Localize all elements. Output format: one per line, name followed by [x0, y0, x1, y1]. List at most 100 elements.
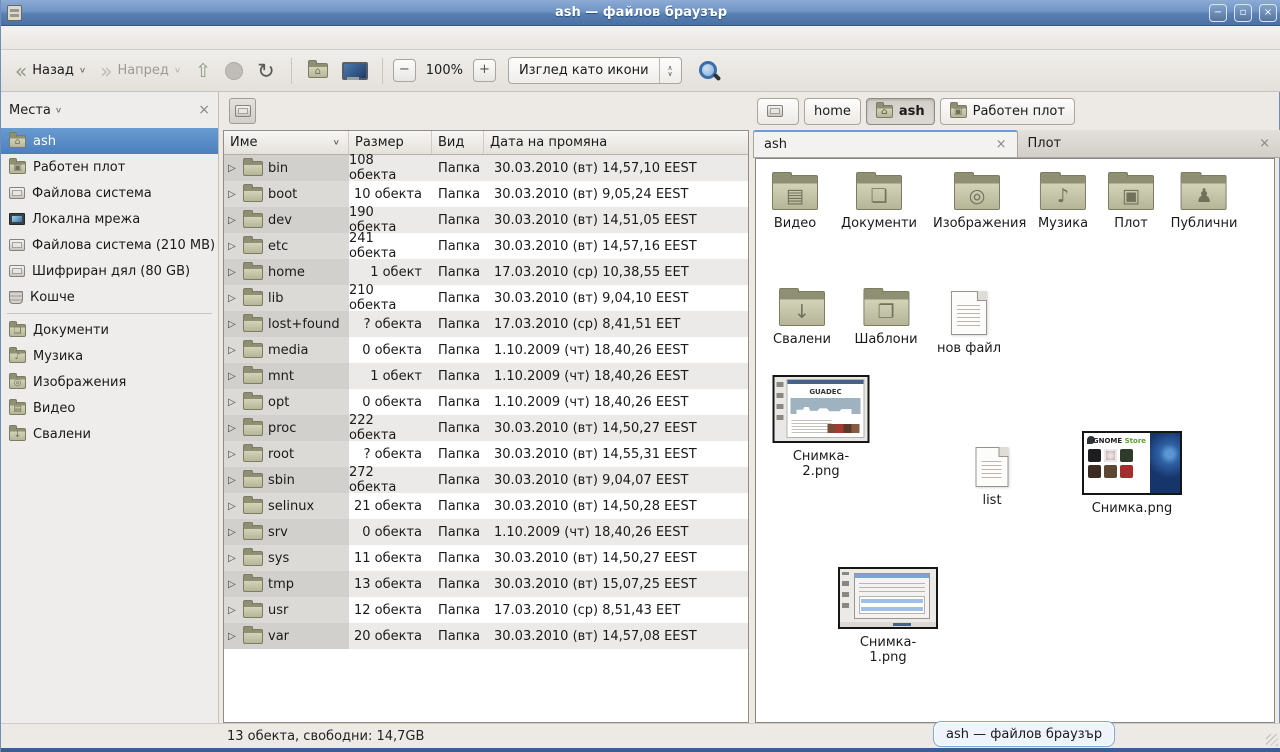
table-row[interactable]: ▷ proc 222 обекта Папка 30.03.2010 (вт) …	[224, 415, 748, 441]
expander-icon[interactable]: ▷	[228, 475, 238, 486]
root-filesystem-button[interactable]	[229, 98, 256, 124]
stop-button[interactable]	[219, 58, 249, 84]
column-header-date[interactable]: Дата на промяна	[484, 131, 748, 154]
expander-icon[interactable]: ▷	[228, 163, 238, 174]
list-item[interactable]: GNOME Store Снимка.png	[1082, 431, 1182, 516]
menu-item[interactable]	[47, 35, 65, 41]
home-button[interactable]	[302, 59, 334, 82]
sidebar-item[interactable]: Музика	[1, 343, 218, 369]
zoom-in-button[interactable]: +	[473, 59, 496, 82]
table-row[interactable]: ▷ lib 210 обекта Папка 30.03.2010 (вт) 9…	[224, 285, 748, 311]
column-header-size[interactable]: Размер	[349, 131, 432, 154]
list-item[interactable]: Изображения	[933, 175, 1021, 231]
list-item[interactable]: Шаблони	[854, 291, 917, 347]
list-item[interactable]: нов файл	[937, 291, 1001, 356]
expander-icon[interactable]: ▷	[228, 345, 238, 356]
table-row[interactable]: ▷ dev 190 обекта Папка 30.03.2010 (вт) 1…	[224, 207, 748, 233]
expander-icon[interactable]: ▷	[228, 267, 238, 278]
breadcrumb-button[interactable]	[757, 98, 799, 125]
table-row[interactable]: ▷ var 20 обекта Папка 30.03.2010 (вт) 14…	[224, 623, 748, 649]
back-button[interactable]: « Назад ∨	[9, 58, 92, 84]
titlebar[interactable]: ash — файлов браузър − ▫ ×	[1, 0, 1280, 26]
menu-item[interactable]	[29, 35, 47, 41]
sidebar-item[interactable]: ash	[1, 128, 218, 154]
table-row[interactable]: ▷ boot 10 обекта Папка 30.03.2010 (вт) 9…	[224, 181, 748, 207]
table-row[interactable]: ▷ srv 0 обекта Папка 1.10.2009 (чт) 18,4…	[224, 519, 748, 545]
sidebar-item[interactable]: Локална мрежа	[1, 206, 218, 232]
table-row[interactable]: ▷ sys 11 обекта Папка 30.03.2010 (вт) 14…	[224, 545, 748, 571]
expander-icon[interactable]: ▷	[228, 319, 238, 330]
sidebar-item[interactable]: Изображения	[1, 369, 218, 395]
expander-icon[interactable]: ▷	[228, 423, 238, 434]
computer-button[interactable]	[336, 58, 372, 84]
taskbar-window-button[interactable]: ash — файлов браузър	[933, 721, 1115, 747]
table-row[interactable]: ▷ bin 108 обекта Папка 30.03.2010 (вт) 1…	[224, 155, 748, 181]
expander-icon[interactable]: ▷	[228, 397, 238, 408]
expander-icon[interactable]: ▷	[228, 189, 238, 200]
minimize-button[interactable]: −	[1209, 4, 1227, 22]
menu-item[interactable]	[83, 35, 101, 41]
tab-close-icon[interactable]: ×	[996, 137, 1007, 152]
list-item[interactable]: Документи	[841, 175, 917, 231]
resize-grip[interactable]	[1266, 734, 1278, 746]
list-item[interactable]: list	[976, 447, 1009, 508]
tab[interactable]: Плот ×	[1018, 130, 1280, 157]
view-mode-select[interactable]: Изглед като икони ∧∨	[508, 57, 682, 84]
sidebar-item[interactable]: Документи	[1, 317, 218, 343]
list-item[interactable]: Свалени	[773, 291, 831, 347]
table-row[interactable]: ▷ usr 12 обекта Папка 17.03.2010 (ср) 8,…	[224, 597, 748, 623]
sidebar-item[interactable]: Видео	[1, 395, 218, 421]
sidebar-close-icon[interactable]: ×	[198, 102, 210, 118]
sidebar-item[interactable]: Файлова система	[1, 180, 218, 206]
expander-icon[interactable]: ▷	[228, 553, 238, 564]
sidebar-item[interactable]: Шифриран дял (80 GB)	[1, 258, 218, 284]
table-row[interactable]: ▷ media 0 обекта Папка 1.10.2009 (чт) 18…	[224, 337, 748, 363]
breadcrumb-button[interactable]: Работен плот	[940, 98, 1075, 125]
up-button[interactable]: ⇧	[189, 58, 217, 84]
menu-item[interactable]	[101, 35, 119, 41]
table-row[interactable]: ▷ home 1 обект Папка 17.03.2010 (ср) 10,…	[224, 259, 748, 285]
back-history-dropdown-icon[interactable]: ∨	[79, 66, 86, 75]
search-button[interactable]	[696, 58, 722, 84]
expander-icon[interactable]: ▷	[228, 371, 238, 382]
table-row[interactable]: ▷ mnt 1 обект Папка 1.10.2009 (чт) 18,40…	[224, 363, 748, 389]
list-item[interactable]: Музика	[1038, 175, 1088, 231]
breadcrumb-button[interactable]: ash	[866, 98, 935, 125]
icon-view[interactable]: Видео Документи Изображения Музика Плот …	[755, 158, 1275, 723]
sidebar-mode-dropdown-icon[interactable]: ∨	[55, 106, 62, 115]
expander-icon[interactable]: ▷	[228, 449, 238, 460]
sidebar-title[interactable]: Места	[9, 103, 51, 118]
sidebar-item[interactable]: Кошче	[1, 284, 218, 310]
table-row[interactable]: ▷ selinux 21 обекта Папка 30.03.2010 (вт…	[224, 493, 748, 519]
sidebar-item[interactable]: Свалени	[1, 421, 218, 447]
expander-icon[interactable]: ▷	[228, 215, 238, 226]
zoom-out-button[interactable]: −	[393, 59, 416, 82]
expander-icon[interactable]: ▷	[228, 241, 238, 252]
list-item[interactable]: Снимка-1.png	[838, 567, 938, 665]
expander-icon[interactable]: ▷	[228, 527, 238, 538]
table-row[interactable]: ▷ etc 241 обекта Папка 30.03.2010 (вт) 1…	[224, 233, 748, 259]
expander-icon[interactable]: ▷	[228, 605, 238, 616]
tab[interactable]: ash ×	[753, 130, 1018, 157]
list-item[interactable]: Видео	[772, 175, 818, 231]
list-item[interactable]: GUADEC Снимка-2.png	[773, 375, 870, 479]
table-row[interactable]: ▷ root ? обекта Папка 30.03.2010 (вт) 14…	[224, 441, 748, 467]
forward-button[interactable]: » Напред ∨	[94, 58, 187, 84]
sidebar-item[interactable]: Работен плот	[1, 154, 218, 180]
list-item[interactable]: Публични	[1171, 175, 1238, 231]
table-row[interactable]: ▷ tmp 13 обекта Папка 30.03.2010 (вт) 15…	[224, 571, 748, 597]
table-row[interactable]: ▷ opt 0 обекта Папка 1.10.2009 (чт) 18,4…	[224, 389, 748, 415]
sidebar-item[interactable]: Файлова система (210 MB)	[1, 232, 218, 258]
column-header-kind[interactable]: Вид	[432, 131, 484, 154]
close-button[interactable]: ×	[1259, 4, 1277, 22]
list-item[interactable]: Плот	[1108, 175, 1154, 231]
expander-icon[interactable]: ▷	[228, 631, 238, 642]
column-header-name[interactable]: Име ∨	[224, 131, 349, 154]
table-row[interactable]: ▷ sbin 272 обекта Папка 30.03.2010 (вт) …	[224, 467, 748, 493]
expander-icon[interactable]: ▷	[228, 293, 238, 304]
maximize-button[interactable]: ▫	[1234, 4, 1252, 22]
menu-item[interactable]	[65, 35, 83, 41]
reload-button[interactable]: ↻	[251, 57, 281, 85]
view-mode-spinner-icon[interactable]: ∧∨	[659, 58, 681, 83]
expander-icon[interactable]: ▷	[228, 579, 238, 590]
